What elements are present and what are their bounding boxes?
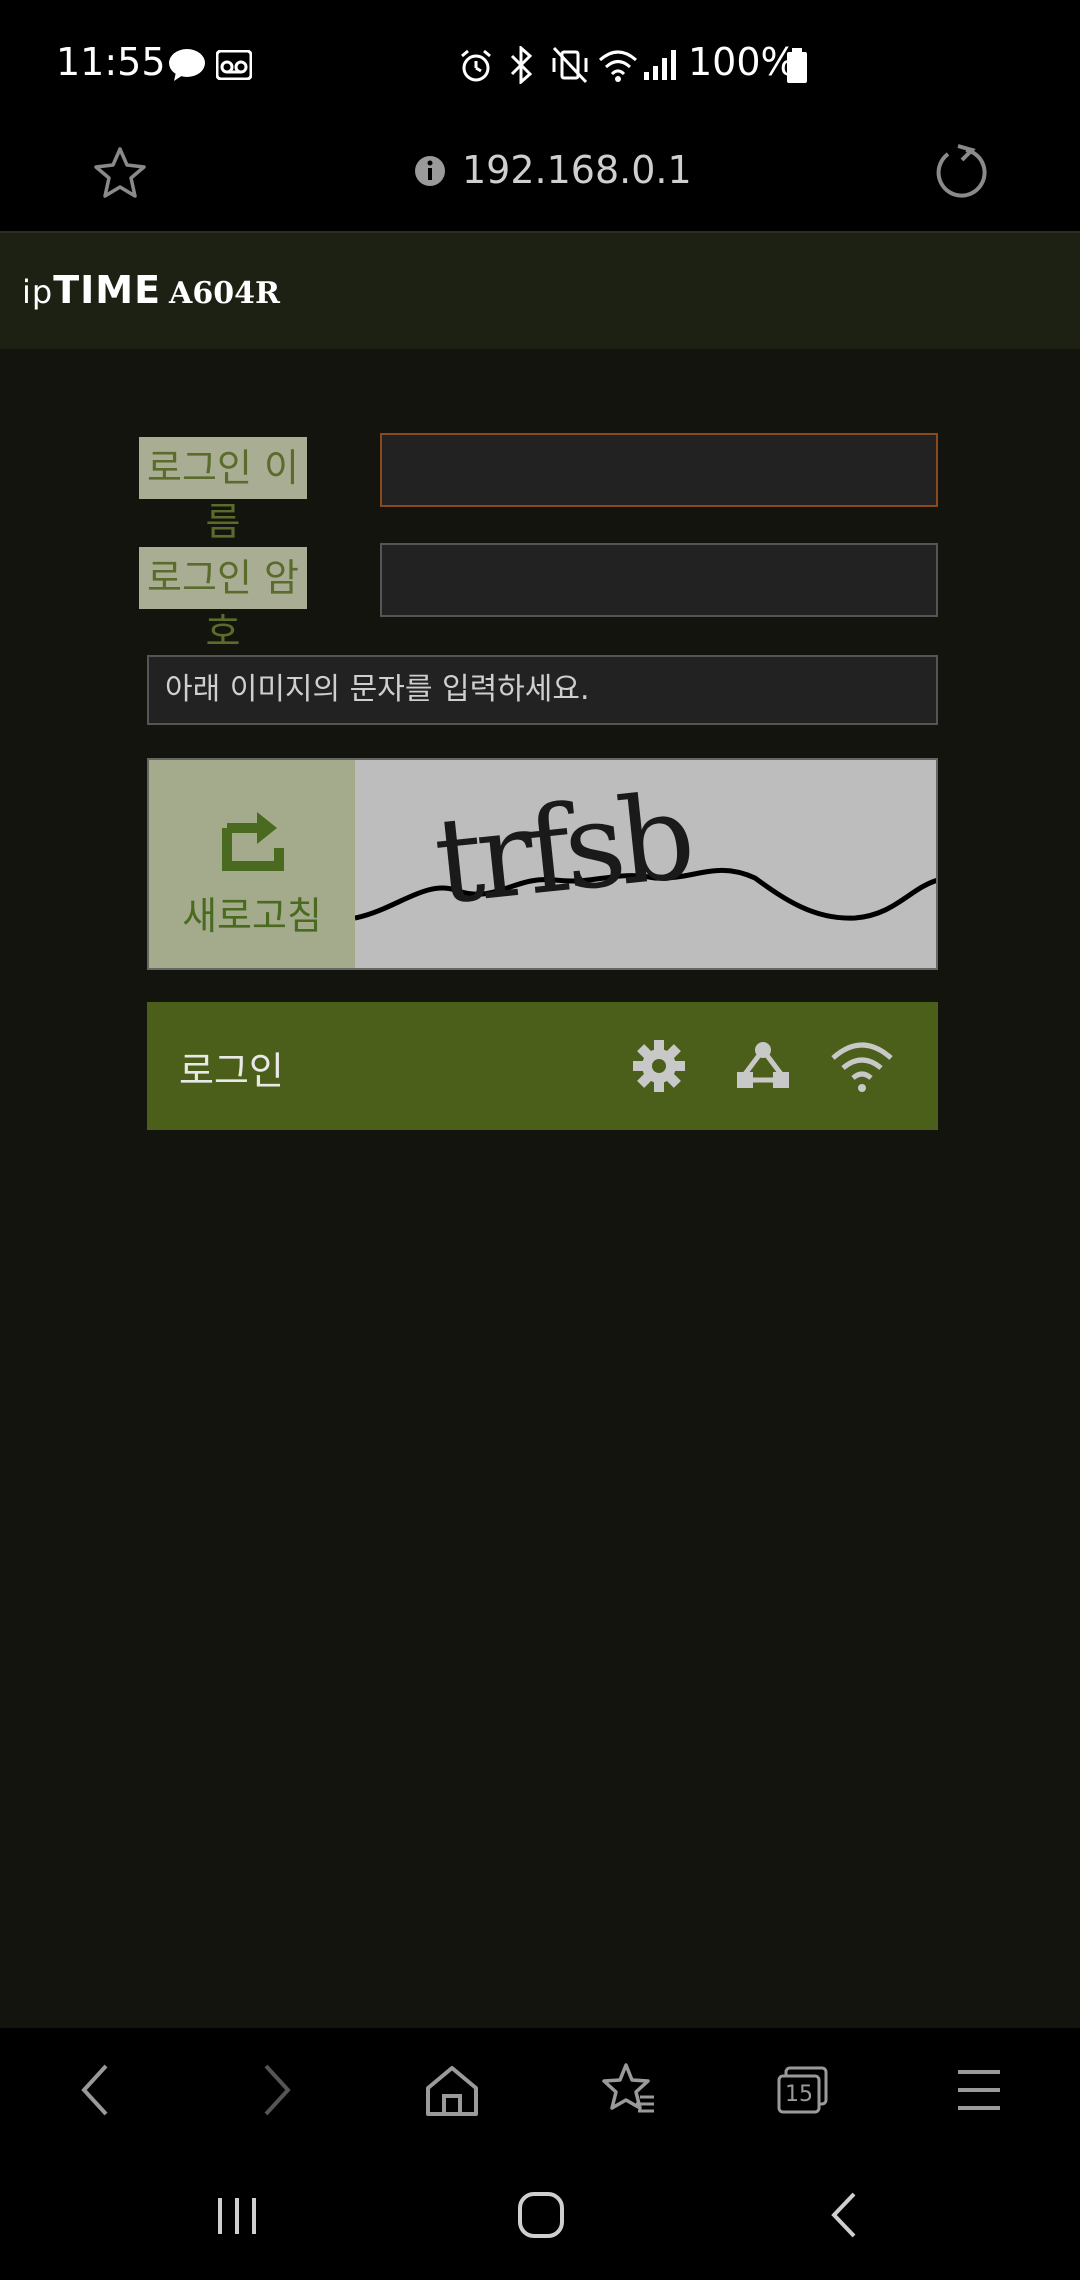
url-text[interactable]: 192.168.0.1 (462, 148, 692, 192)
back-nav-icon[interactable] (826, 2190, 860, 2240)
wifi-status-icon (599, 50, 637, 82)
home-icon[interactable] (424, 2064, 480, 2118)
back-arrow-icon[interactable] (76, 2062, 116, 2118)
battery-percent: 100% (688, 40, 797, 84)
reload-icon[interactable] (932, 144, 988, 200)
username-label: 로그인 이름 (139, 437, 307, 544)
bookmarks-icon[interactable] (600, 2062, 656, 2118)
alarm-icon (461, 49, 491, 82)
vibrate-mute-icon (552, 46, 588, 84)
bluetooth-icon (510, 46, 533, 84)
captcha-text: trfsb (428, 767, 696, 931)
captcha-refresh-button[interactable]: 새로고침 (149, 760, 355, 968)
brand-ip: ip (22, 273, 54, 311)
network-icon[interactable] (735, 1038, 791, 1094)
signal-icon (644, 50, 676, 80)
status-time: 11:55 (56, 40, 166, 84)
settings-gear-icon[interactable] (631, 1038, 687, 1094)
home-nav-icon[interactable] (516, 2190, 566, 2240)
password-label: 로그인 암호 (139, 547, 307, 654)
refresh-label: 새로고침 (182, 894, 322, 938)
refresh-arrow-icon (222, 812, 284, 871)
tabs-count: 15 (785, 2082, 813, 2107)
username-field[interactable] (380, 433, 938, 507)
recent-apps-icon[interactable] (214, 2194, 260, 2238)
wireless-icon[interactable] (829, 1038, 895, 1094)
tabs-button[interactable]: 15 (776, 2066, 830, 2116)
captcha-panel: 새로고침 trfsb (147, 758, 938, 970)
forward-arrow-icon[interactable] (256, 2062, 296, 2118)
bookmark-star-icon[interactable] (92, 146, 148, 200)
kakaotalk-icon (169, 49, 205, 81)
voicemail-icon (216, 50, 252, 80)
model-name: A604R (169, 276, 280, 311)
site-info-icon[interactable] (414, 155, 446, 187)
login-button[interactable]: 로그인 (147, 1002, 938, 1130)
menu-icon[interactable] (956, 2068, 1002, 2112)
battery-icon (787, 48, 807, 83)
browser-toolbar (0, 2028, 1080, 2158)
captcha-image: trfsb (355, 760, 936, 968)
password-field[interactable] (380, 543, 938, 617)
captcha-input[interactable]: 아래 이미지의 문자를 입력하세요. (147, 655, 938, 725)
iptime-logo: ipTIME A604R (22, 268, 280, 312)
login-label: 로그인 (179, 1049, 284, 1093)
brand-time: TIME (53, 268, 162, 312)
